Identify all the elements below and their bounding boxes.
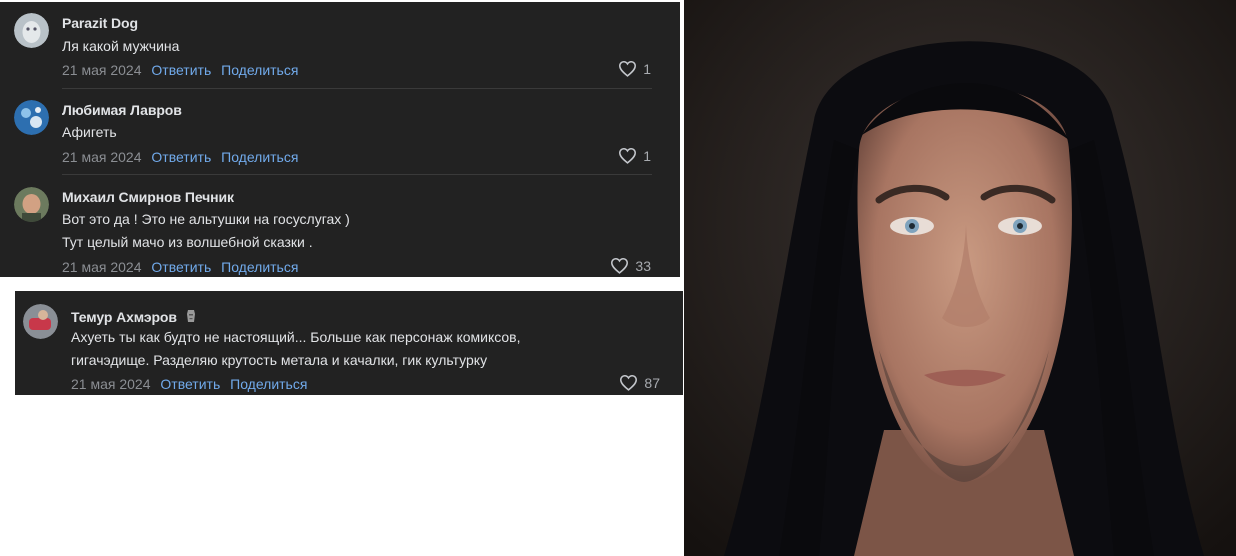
comment-text: Вот это да ! Это не альтушки на госуслуг… [62,208,350,254]
like-button[interactable]: 1 [618,60,651,77]
like-button[interactable]: 87 [619,374,660,391]
comment-text: Ля какой мужчина [62,35,179,58]
like-count: 87 [644,374,660,391]
moai-icon [186,310,195,322]
avatar[interactable] [23,304,58,339]
like-button[interactable]: 33 [610,257,651,274]
comment-text-line: гигачэдище. Разделяю крутость метала и к… [71,352,488,368]
comment-meta: 21 мая 2024 Ответить Поделиться [62,149,304,165]
like-count: 33 [635,257,651,274]
reply-link[interactable]: Ответить [160,376,220,392]
reply-link[interactable]: Ответить [151,62,211,78]
share-link[interactable]: Поделиться [221,62,298,78]
comment-author[interactable]: Любимая Лавров [62,102,182,118]
comment-text-line: Ахуеть ты как будто не настоящий... Боль… [71,329,521,345]
share-link[interactable]: Поделиться [221,149,298,165]
comment-text-line: Тут целый мачо из волшебной сказки . [62,234,313,250]
comment-text: Ахуеть ты как будто не настоящий... Боль… [71,326,521,372]
avatar[interactable] [14,100,49,135]
heart-icon [619,148,637,164]
reply-link[interactable]: Ответить [151,259,211,275]
comment-date: 21 мая 2024 [62,62,142,78]
comment-item: Темур Ахмэров Ахуеть ты как будто не нас… [15,291,683,395]
share-link[interactable]: Поделиться [230,376,307,392]
reply-link[interactable]: Ответить [151,149,211,165]
comment-item: Parazit Dog Ля какой мужчина 21 мая 2024… [0,2,680,88]
comments-panel-bottom: Темур Ахмэров Ахуеть ты как будто не нас… [15,291,683,395]
comment-item: Любимая Лавров Афигеть 21 мая 2024 Ответ… [0,88,680,174]
heart-icon [611,258,629,274]
heart-icon [620,375,638,391]
comment-date: 21 мая 2024 [62,149,142,165]
comments-panel-top: Parazit Dog Ля какой мужчина 21 мая 2024… [0,2,680,277]
comment-date: 21 мая 2024 [71,376,151,392]
comment-text-line: Ля какой мужчина [62,38,180,54]
avatar[interactable] [14,13,49,48]
comment-meta: 21 мая 2024 Ответить Поделиться [62,259,304,275]
comment-author[interactable]: Parazit Dog [62,15,138,31]
comment-text-line: Вот это да ! Это не альтушки на госуслуг… [62,211,350,227]
comment-text: Афигеть [62,121,117,144]
like-count: 1 [643,60,651,77]
comment-author-name: Темур Ахмэров [71,309,177,325]
like-button[interactable]: 1 [618,147,651,164]
portrait-photo [684,0,1236,556]
comment-text-line: Афигеть [62,124,117,140]
comment-date: 21 мая 2024 [62,259,142,275]
comment-item: Михаил Смирнов Печник Вот это да ! Это н… [0,174,680,277]
share-link[interactable]: Поделиться [221,259,298,275]
comment-author[interactable]: Михаил Смирнов Печник [62,189,234,205]
comment-meta: 21 мая 2024 Ответить Поделиться [71,376,313,392]
avatar[interactable] [14,187,49,222]
comment-meta: 21 мая 2024 Ответить Поделиться [62,62,304,78]
heart-icon [619,61,637,77]
comment-author[interactable]: Темур Ахмэров [71,308,197,325]
like-count: 1 [643,147,651,164]
